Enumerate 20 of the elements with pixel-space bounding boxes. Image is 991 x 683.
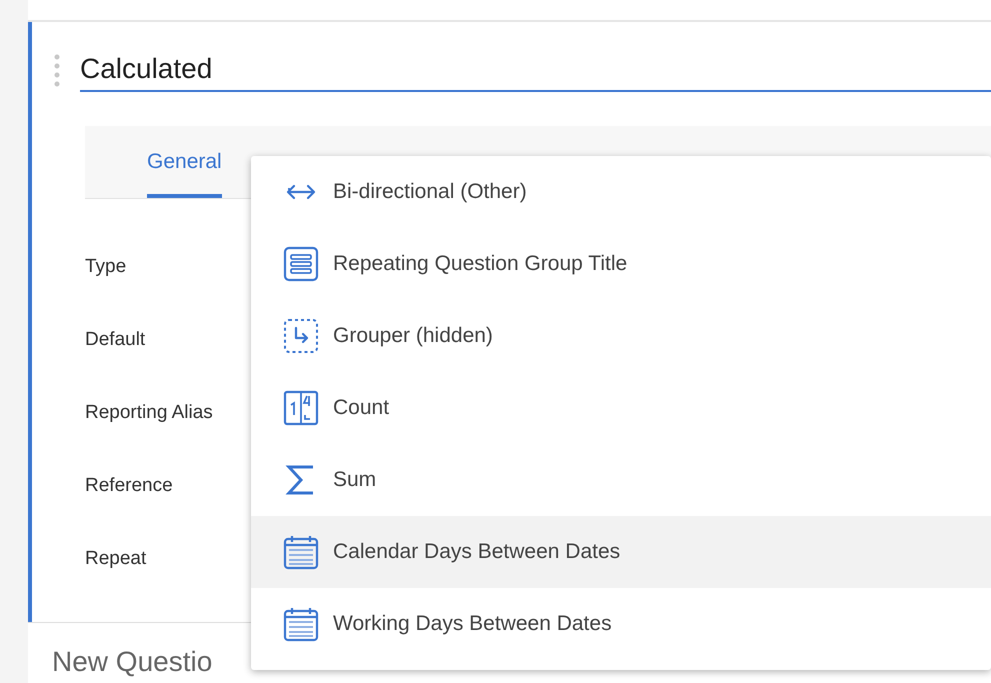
field-label: Reporting Alias bbox=[85, 400, 213, 425]
list-icon bbox=[283, 246, 319, 282]
tab[interactable]: General bbox=[147, 146, 222, 198]
menu-item[interactable]: Bi-directional (Other) bbox=[251, 156, 991, 228]
drag-handle-icon[interactable] bbox=[54, 54, 60, 88]
menu-item[interactable]: Working Days Between Dates bbox=[251, 588, 991, 660]
field-label: Default bbox=[85, 328, 146, 352]
menu-item[interactable]: Sum bbox=[251, 444, 991, 516]
menu-item[interactable]: Count bbox=[251, 372, 991, 444]
question-title: New Questio bbox=[52, 646, 212, 677]
menu-item[interactable]: Calendar Days Between Dates bbox=[251, 516, 991, 588]
field-label: Type bbox=[85, 254, 126, 279]
counter-icon bbox=[283, 390, 319, 426]
menu-item[interactable]: Grouper (hidden) bbox=[251, 300, 991, 372]
calendar-icon bbox=[283, 606, 319, 642]
question-title-field[interactable]: Calculated bbox=[80, 52, 991, 92]
menu-item[interactable]: Repeating Question Group Title bbox=[251, 228, 991, 300]
calendar-icon bbox=[283, 534, 319, 570]
field-label: Reference bbox=[85, 474, 173, 498]
field-label: Repeat bbox=[85, 546, 146, 571]
